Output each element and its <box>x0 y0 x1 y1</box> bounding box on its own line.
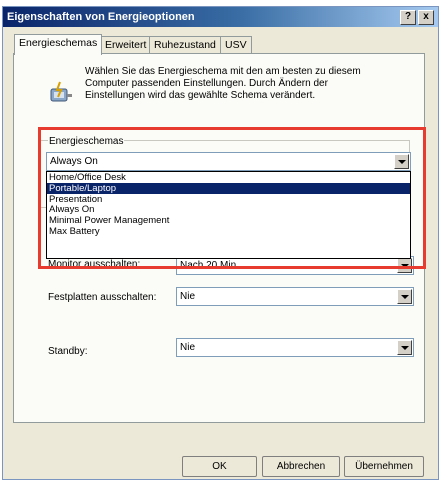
cancel-button[interactable]: Abbrechen <box>262 456 340 477</box>
standby-value: Nie <box>180 342 196 353</box>
apply-button[interactable]: Übernehmen <box>344 456 424 477</box>
tab-erweitert[interactable]: Erweitert <box>100 36 152 53</box>
scheme-option[interactable]: Max Battery <box>47 226 410 237</box>
chevron-down-icon[interactable] <box>397 289 412 304</box>
monitor-value: Nach 20 Min. <box>180 260 239 271</box>
standby-select[interactable]: Nie <box>176 338 414 357</box>
scheme-selected-value: Always On <box>50 156 98 167</box>
scheme-option[interactable]: Minimal Power Management <box>47 215 410 226</box>
tab-ruhezustand[interactable]: Ruhezustand <box>149 36 221 53</box>
chevron-down-icon[interactable] <box>394 154 409 169</box>
title-bar[interactable]: Eigenschaften von Energieoptionen ? x <box>3 7 438 27</box>
scheme-option-selected[interactable]: Portable/Laptop <box>47 182 410 194</box>
close-button[interactable]: x <box>418 10 434 25</box>
standby-label: Standby: <box>48 346 88 357</box>
help-button[interactable]: ? <box>400 10 416 25</box>
chevron-down-icon[interactable] <box>397 258 412 273</box>
scheme-option[interactable]: Presentation <box>47 194 410 205</box>
scheme-option[interactable]: Home/Office Desk <box>47 172 410 183</box>
scheme-group-label: Energieschemas <box>48 136 125 147</box>
chevron-down-icon[interactable] <box>397 340 412 355</box>
scheme-option[interactable]: Always On <box>47 204 410 215</box>
scheme-dropdown-list: Home/Office Desk Portable/Laptop Present… <box>46 171 411 259</box>
scheme-select[interactable]: Always On <box>46 152 411 171</box>
ok-button[interactable]: OK <box>182 456 257 477</box>
power-scheme-icon <box>48 80 74 106</box>
tab-usv[interactable]: USV <box>220 36 252 53</box>
disks-value: Nie <box>180 291 196 302</box>
monitor-label: Monitor ausschalten: <box>48 259 141 270</box>
tab-energieschemas[interactable]: Energieschemas <box>14 34 103 55</box>
disks-label: Festplatten ausschalten: <box>48 292 157 303</box>
window-title: Eigenschaften von Energieoptionen <box>7 11 195 23</box>
disks-select[interactable]: Nie <box>176 287 414 306</box>
description-text: Wählen Sie das Energieschema mit den am … <box>85 66 361 101</box>
